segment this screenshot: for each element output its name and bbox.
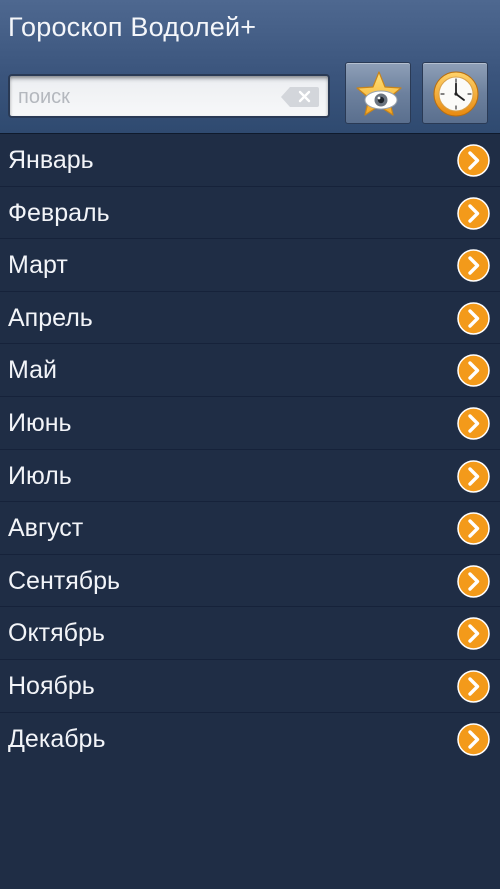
list-item-label: Декабрь	[8, 724, 106, 753]
list-item-label: Сентябрь	[8, 566, 120, 595]
list-item-november[interactable]: Ноябрь	[0, 660, 500, 713]
history-button[interactable]	[422, 62, 488, 124]
list-item-label: Январь	[8, 146, 94, 174]
chevron-right-icon	[457, 512, 490, 545]
chevron-right-icon	[457, 196, 490, 230]
month-list: Январь Февраль Март Апрель Май Июнь Июль…	[0, 134, 500, 765]
chevron-right-icon	[457, 459, 490, 493]
list-item-label: Ноябрь	[8, 671, 95, 700]
chevron-right-icon	[457, 617, 490, 651]
list-item-label: Июль	[8, 461, 72, 490]
app-title: Гороскоп Водолей+	[8, 12, 257, 42]
chevron-right-icon	[457, 565, 490, 598]
chevron-right-icon	[457, 302, 490, 335]
list-item-june[interactable]: Июнь	[0, 397, 500, 450]
list-item-label: Март	[8, 251, 68, 280]
list-item-february[interactable]: Февраль	[0, 187, 500, 240]
list-item-july[interactable]: Июль	[0, 450, 500, 503]
chevron-right-icon	[457, 249, 490, 282]
list-item-may[interactable]: Май	[0, 344, 500, 397]
star-eye-icon	[356, 71, 402, 116]
list-item-october[interactable]: Октябрь	[0, 607, 500, 660]
chevron-right-icon	[457, 144, 490, 177]
list-item-label: Август	[8, 514, 84, 543]
list-item-label: Октябрь	[8, 619, 105, 648]
chevron-right-icon	[457, 722, 490, 756]
chevron-right-icon	[457, 670, 490, 703]
favorites-button[interactable]	[345, 62, 411, 124]
list-item-april[interactable]: Апрель	[0, 292, 500, 345]
list-item-march[interactable]: Март	[0, 239, 500, 292]
app-header: Гороскоп Водолей+	[0, 0, 500, 134]
chevron-right-icon	[457, 354, 490, 388]
clock-icon	[433, 71, 479, 117]
list-item-january[interactable]: Январь	[0, 134, 500, 187]
clear-search-icon[interactable]	[280, 86, 320, 108]
list-item-september[interactable]: Сентябрь	[0, 555, 500, 608]
list-item-label: Апрель	[8, 303, 93, 332]
search-box[interactable]	[8, 74, 330, 118]
list-item-label: Июнь	[8, 408, 72, 437]
list-item-august[interactable]: Август	[0, 502, 500, 555]
search-input[interactable]	[18, 82, 273, 112]
list-item-december[interactable]: Декабрь	[0, 713, 500, 766]
list-item-label: Май	[8, 356, 57, 385]
list-item-label: Февраль	[8, 198, 110, 227]
chevron-right-icon	[457, 407, 490, 440]
